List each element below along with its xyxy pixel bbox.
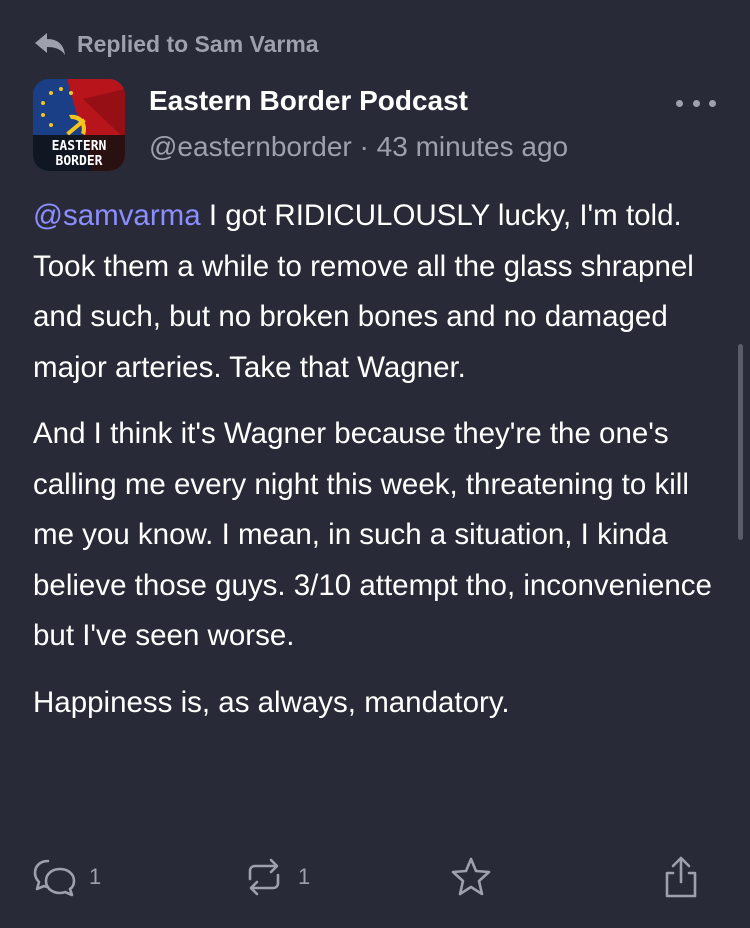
more-dot-icon bbox=[709, 99, 716, 107]
favourite-button[interactable] bbox=[449, 852, 493, 902]
share-button[interactable] bbox=[659, 852, 703, 902]
author-display-name[interactable]: Eastern Border Podcast bbox=[149, 85, 468, 117]
replied-to-line[interactable]: Replied to Sam Varma bbox=[33, 27, 319, 61]
post-paragraph: Happiness is, as always, mandatory. bbox=[33, 685, 510, 719]
author-handle[interactable]: @easternborder bbox=[149, 131, 352, 162]
more-dot-icon bbox=[692, 99, 700, 107]
mention-link[interactable]: @samvarma bbox=[33, 199, 201, 232]
avatar-image: EASTERN BORDER bbox=[33, 79, 125, 171]
reply-bubble-icon bbox=[33, 859, 76, 897]
author-meta: @easternborder · 43 minutes ago bbox=[149, 131, 568, 163]
share-icon bbox=[665, 856, 697, 898]
reply-count: 1 bbox=[89, 864, 102, 889]
star-icon bbox=[451, 857, 491, 896]
post-actions-bar: 1 1 bbox=[0, 852, 750, 902]
replied-to-text: Replied to Sam Varma bbox=[77, 30, 319, 57]
post-timestamp[interactable]: 43 minutes ago bbox=[377, 131, 568, 162]
boost-count: 1 bbox=[298, 864, 311, 889]
post-detail: Replied to Sam Varma EASTERN BORDER East… bbox=[0, 0, 750, 928]
meta-separator: · bbox=[359, 131, 369, 162]
reply-arrow-icon bbox=[35, 33, 65, 55]
post-paragraph: @samvarma I got RIDICULOUSLY lucky, I'm … bbox=[33, 191, 713, 393]
post-content: @samvarma I got RIDICULOUSLY lucky, I'm … bbox=[33, 191, 713, 744]
more-dot-icon bbox=[676, 99, 683, 107]
boost-icon bbox=[248, 858, 280, 896]
boost-button[interactable]: 1 bbox=[242, 852, 310, 902]
more-options-button[interactable] bbox=[676, 94, 716, 112]
avatar-text-bottom: BORDER bbox=[56, 154, 103, 169]
avatar[interactable]: EASTERN BORDER bbox=[33, 79, 125, 171]
scrollbar[interactable] bbox=[738, 344, 743, 540]
reply-button[interactable]: 1 bbox=[33, 852, 101, 902]
post-paragraph: And I think it's Wagner because they're … bbox=[33, 417, 712, 652]
avatar-text-top: EASTERN bbox=[52, 139, 107, 154]
